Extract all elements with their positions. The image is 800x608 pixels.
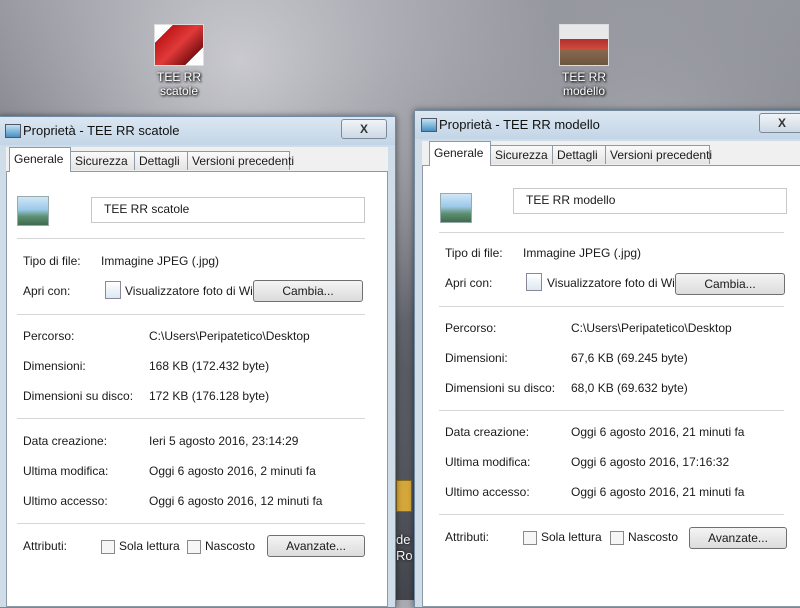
path-value: C:\Users\Peripatetico\Desktop — [571, 321, 732, 335]
hidden-label: Nascosto — [205, 539, 256, 553]
attributes-label: Attributi: — [23, 539, 68, 553]
tab-generale[interactable]: Generale — [9, 147, 71, 172]
separator — [439, 410, 784, 411]
accessed-label: Ultimo accesso: — [23, 494, 108, 508]
tab-bar: Generale Sicurezza Dettagli Versioni pre… — [422, 141, 800, 166]
window-icon — [5, 124, 21, 138]
image-file-icon — [559, 24, 609, 66]
partial-label-line1: de — [396, 532, 411, 547]
size-label: Dimensioni: — [445, 351, 508, 365]
change-button[interactable]: Cambia... — [675, 273, 785, 295]
tab-sicurezza[interactable]: Sicurezza — [490, 145, 553, 164]
open-with-value: Visualizzatore foto di Wi — [547, 276, 675, 290]
desktop-icon-label-line2: scatole — [159, 84, 199, 98]
folder-icon — [396, 480, 412, 512]
image-file-icon — [154, 24, 204, 66]
modified-value: Oggi 6 agosto 2016, 2 minuti fa — [149, 464, 316, 478]
readonly-label: Sola lettura — [119, 539, 180, 553]
general-panel: TEE RR scatole Tipo di file: Immagine JP… — [6, 171, 388, 607]
desktop-icon-tee-rr-modello[interactable]: TEE RR modello — [544, 24, 624, 98]
tab-dettagli[interactable]: Dettagli — [134, 151, 188, 170]
separator — [439, 514, 784, 515]
file-type-label: Tipo di file: — [23, 254, 81, 268]
size-on-disk-label: Dimensioni su disco: — [445, 381, 556, 395]
created-label: Data creazione: — [445, 425, 530, 439]
tab-versioni-precedenti[interactable]: Versioni precedenti — [605, 145, 712, 164]
created-value: Ieri 5 agosto 2016, 23:14:29 — [149, 434, 299, 448]
size-on-disk-label: Dimensioni su disco: — [23, 389, 134, 403]
photo-viewer-icon — [526, 273, 542, 291]
file-type-value: Immagine JPEG (.jpg) — [523, 246, 642, 260]
created-label: Data creazione: — [23, 434, 108, 448]
modified-value: Oggi 6 agosto 2016, 17:16:32 — [571, 455, 730, 469]
desktop-icon-label-line1: TEE RR — [156, 70, 201, 84]
open-with-value: Visualizzatore foto di Wi — [125, 284, 253, 298]
separator — [439, 232, 784, 233]
open-with-label: Apri con: — [445, 276, 493, 290]
modified-label: Ultima modifica: — [23, 464, 109, 478]
separator — [17, 314, 365, 315]
readonly-label: Sola lettura — [541, 530, 602, 544]
title-bar[interactable]: Proprietà - TEE RR modello X — [415, 111, 800, 139]
properties-window-modello: Proprietà - TEE RR modello X Generale Si… — [414, 110, 800, 608]
file-type-value: Immagine JPEG (.jpg) — [101, 254, 220, 268]
dialog-body: Generale Sicurezza Dettagli Versioni pre… — [6, 147, 388, 607]
hidden-checkbox[interactable] — [187, 540, 201, 554]
close-button[interactable]: X — [759, 113, 800, 133]
hidden-checkbox[interactable] — [610, 531, 624, 545]
size-on-disk-value: 172 KB (176.128 byte) — [149, 389, 270, 403]
readonly-checkbox[interactable] — [101, 540, 115, 554]
separator — [17, 523, 365, 524]
path-value: C:\Users\Peripatetico\Desktop — [149, 329, 310, 343]
tab-dettagli[interactable]: Dettagli — [552, 145, 606, 164]
file-type-label: Tipo di file: — [445, 246, 503, 260]
created-value: Oggi 6 agosto 2016, 21 minuti fa — [571, 425, 745, 439]
modified-label: Ultima modifica: — [445, 455, 531, 469]
advanced-button[interactable]: Avanzate... — [689, 527, 787, 549]
window-title: Proprietà - TEE RR modello — [439, 117, 600, 132]
desktop-icon-tee-rr-scatole[interactable]: TEE RR scatole — [139, 24, 219, 98]
size-value: 168 KB (172.432 byte) — [149, 359, 270, 373]
desktop-icon-label-line2: modello — [562, 84, 606, 98]
advanced-button[interactable]: Avanzate... — [267, 535, 365, 557]
desktop-icon-label-line1: TEE RR — [561, 70, 606, 84]
separator — [17, 238, 365, 239]
size-on-disk-value: 68,0 KB (69.632 byte) — [571, 381, 688, 395]
tab-bar: Generale Sicurezza Dettagli Versioni pre… — [6, 147, 388, 172]
window-icon — [421, 118, 437, 132]
file-name-field[interactable]: TEE RR modello — [513, 188, 787, 214]
accessed-value: Oggi 6 agosto 2016, 12 minuti fa — [149, 494, 323, 508]
file-name-field[interactable]: TEE RR scatole — [91, 197, 365, 223]
partial-desktop-item[interactable]: de Ro — [396, 480, 416, 590]
image-file-icon — [17, 196, 49, 226]
tab-sicurezza[interactable]: Sicurezza — [70, 151, 135, 170]
accessed-label: Ultimo accesso: — [445, 485, 530, 499]
attributes-label: Attributi: — [445, 530, 490, 544]
image-file-icon — [440, 193, 472, 223]
window-title: Proprietà - TEE RR scatole — [23, 123, 180, 138]
readonly-checkbox[interactable] — [523, 531, 537, 545]
separator — [17, 418, 365, 419]
size-value: 67,6 KB (69.245 byte) — [571, 351, 688, 365]
properties-window-scatole: Proprietà - TEE RR scatole X Generale Si… — [0, 116, 396, 608]
close-button[interactable]: X — [341, 119, 387, 139]
change-button[interactable]: Cambia... — [253, 280, 363, 302]
open-with-label: Apri con: — [23, 284, 71, 298]
dialog-body: Generale Sicurezza Dettagli Versioni pre… — [422, 141, 800, 607]
photo-viewer-icon — [105, 281, 121, 299]
general-panel: TEE RR modello Tipo di file: Immagine JP… — [422, 165, 800, 607]
hidden-label: Nascosto — [628, 530, 679, 544]
tab-generale[interactable]: Generale — [429, 141, 491, 166]
size-label: Dimensioni: — [23, 359, 86, 373]
accessed-value: Oggi 6 agosto 2016, 21 minuti fa — [571, 485, 745, 499]
path-label: Percorso: — [445, 321, 497, 335]
partial-label-line2: Ro — [396, 548, 413, 563]
title-bar[interactable]: Proprietà - TEE RR scatole X — [0, 117, 395, 145]
separator — [439, 306, 784, 307]
path-label: Percorso: — [23, 329, 75, 343]
tab-versioni-precedenti[interactable]: Versioni precedenti — [187, 151, 294, 170]
